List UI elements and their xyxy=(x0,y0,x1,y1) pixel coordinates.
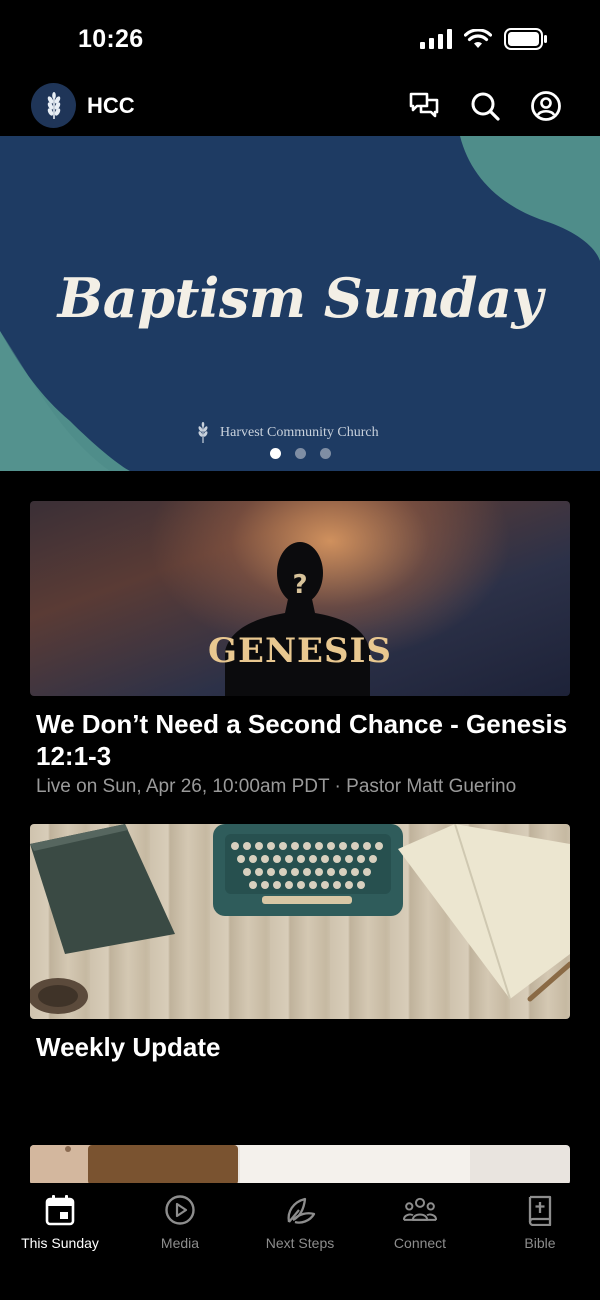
wifi-icon xyxy=(464,29,492,48)
chat-button[interactable] xyxy=(408,90,440,122)
play-icon xyxy=(165,1195,195,1225)
nav-label: Connect xyxy=(393,1235,447,1251)
next-card-artwork xyxy=(30,1145,570,1185)
nav-this-sunday[interactable]: This Sunday xyxy=(0,1193,120,1300)
sermon-title[interactable]: We Don’t Need a Second Chance - Genesis … xyxy=(30,708,570,772)
bottom-nav: This Sunday Media Next Steps Connect Bib… xyxy=(0,1183,600,1300)
search-icon xyxy=(471,92,500,121)
sermon-meta: Live on Sun, Apr 26, 10:00am PDT · Pasto… xyxy=(36,776,517,797)
content-feed: ? GENESIS We Don’t Need a Second Chance … xyxy=(30,501,570,1185)
sermon-card[interactable]: ? GENESIS We Don’t Need a Second Chance … xyxy=(30,501,570,798)
calendar-icon xyxy=(45,1195,75,1226)
wheat-icon xyxy=(198,422,208,443)
nav-label: This Sunday xyxy=(21,1235,99,1251)
profile-icon xyxy=(531,91,561,121)
wheat-icon xyxy=(47,91,60,119)
nav-bible[interactable]: Bible xyxy=(480,1193,600,1300)
hero-carousel[interactable]: Baptism Sunday Harvest Community Church xyxy=(0,136,600,471)
next-card-thumbnail[interactable] xyxy=(30,1145,570,1185)
hero-subtitle-text: Harvest Community Church xyxy=(220,425,379,440)
weekly-update-card[interactable]: Weekly Update xyxy=(30,824,570,1063)
carousel-dot[interactable] xyxy=(320,448,331,459)
nav-label: Bible xyxy=(524,1235,556,1251)
bible-icon xyxy=(528,1195,552,1226)
nav-media[interactable]: Media xyxy=(120,1193,240,1300)
church-logo[interactable] xyxy=(31,83,76,128)
people-icon xyxy=(403,1197,437,1221)
chat-icon xyxy=(409,92,439,118)
hero-subtitle: Harvest Community Church xyxy=(196,422,379,444)
carousel-dots xyxy=(270,448,331,459)
nav-connect[interactable]: Connect xyxy=(360,1193,480,1300)
desk-objects xyxy=(30,824,570,1014)
carousel-dot[interactable] xyxy=(295,448,306,459)
leaf-icon xyxy=(287,1197,316,1224)
app-header: HCC xyxy=(0,80,600,136)
status-bar: 10:26 xyxy=(0,0,600,80)
status-time: 10:26 xyxy=(78,25,144,53)
search-button[interactable] xyxy=(469,90,501,122)
hero-title: Baptism Sunday xyxy=(57,266,543,330)
signal-icon xyxy=(420,29,452,49)
nav-label: Media xyxy=(160,1235,200,1251)
weekly-update-title[interactable]: Weekly Update xyxy=(30,1031,570,1063)
weekly-update-thumbnail[interactable] xyxy=(30,824,570,1019)
svg-text:?: ? xyxy=(292,570,307,600)
battery-icon xyxy=(504,28,547,50)
app-title: HCC xyxy=(87,93,135,118)
genesis-title-art: GENESIS xyxy=(208,631,392,671)
profile-button[interactable] xyxy=(530,90,562,122)
carousel-dot-active[interactable] xyxy=(270,448,281,459)
status-icons xyxy=(420,28,548,50)
nav-label: Next Steps xyxy=(265,1235,335,1251)
sermon-thumbnail[interactable]: ? GENESIS xyxy=(30,501,570,696)
nav-next-steps[interactable]: Next Steps xyxy=(240,1193,360,1300)
